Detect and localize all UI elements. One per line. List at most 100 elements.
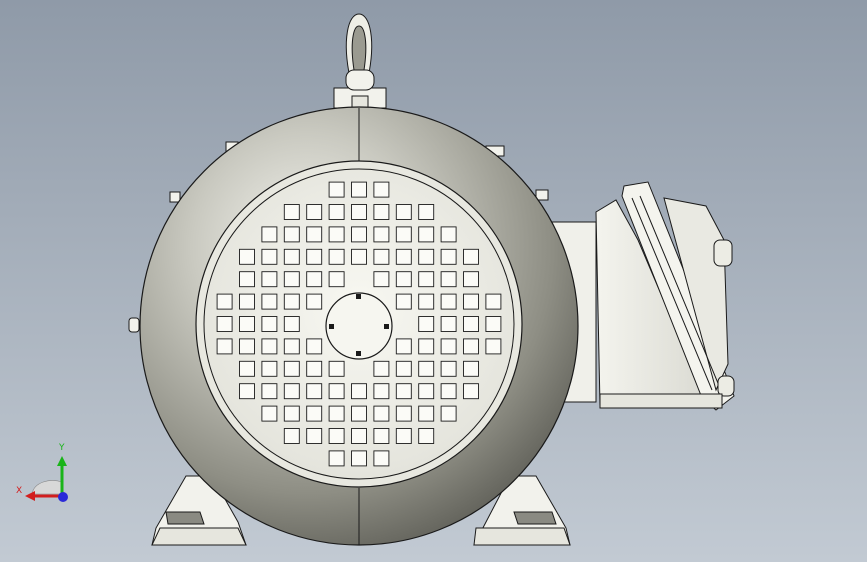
grille-opening (418, 383, 435, 400)
grille-opening (351, 405, 367, 422)
grille-opening (239, 293, 255, 310)
grille-opening (418, 360, 435, 377)
grille-opening (328, 226, 345, 243)
grille-opening (261, 338, 278, 355)
grille-opening (216, 316, 233, 332)
grille-opening (351, 226, 367, 243)
x-axis-arrowhead (25, 491, 35, 501)
grille-opening (306, 293, 323, 310)
grille-opening (216, 293, 233, 310)
grille-opening (261, 226, 278, 243)
grille-opening (328, 405, 345, 422)
y-axis-arrowhead (57, 456, 67, 466)
grille-opening (463, 383, 479, 400)
x-axis-label: X (16, 486, 23, 496)
grille-opening (283, 428, 300, 444)
grille-opening (283, 271, 300, 288)
grille-opening (328, 248, 345, 265)
grille-opening (216, 338, 233, 355)
grille-opening (306, 248, 323, 265)
grille-opening (351, 383, 367, 400)
grille-opening (395, 204, 412, 220)
grille-opening (418, 428, 435, 444)
grille-opening (283, 383, 300, 400)
grille-opening (440, 360, 457, 377)
grille-opening (261, 248, 278, 265)
grille-opening (485, 316, 502, 332)
grille-opening (440, 248, 457, 265)
grille-opening (328, 383, 345, 400)
grille-opening (395, 338, 412, 355)
grille-opening (306, 204, 323, 220)
grille-opening (283, 204, 300, 220)
3d-viewport[interactable]: Y X (0, 0, 867, 562)
lifting-eye (333, 13, 387, 109)
grille-opening (306, 405, 323, 422)
grille-opening (418, 271, 435, 288)
grille-opening (239, 338, 255, 355)
grille-opening (395, 293, 412, 310)
grille-opening (306, 360, 323, 377)
grille-opening (440, 383, 457, 400)
grille-opening (395, 405, 412, 422)
grille-opening (373, 405, 390, 422)
grille-opening (328, 271, 345, 288)
grille-opening (261, 360, 278, 377)
grille-opening (418, 405, 435, 422)
grille-opening (485, 338, 502, 355)
grille-opening (440, 405, 457, 422)
grille-opening (239, 316, 255, 332)
grille-opening (351, 248, 367, 265)
grille-opening (440, 293, 457, 310)
grille-opening (328, 181, 345, 198)
grille-opening (283, 360, 300, 377)
z-axis-dot (58, 492, 68, 502)
grille-opening (373, 248, 390, 265)
grille-opening (373, 360, 390, 377)
grille-opening (239, 248, 255, 265)
y-axis-label: Y (59, 443, 65, 453)
grille-opening (395, 360, 412, 377)
grille-opening (306, 383, 323, 400)
grille-opening (418, 293, 435, 310)
grille-opening (261, 316, 278, 332)
grille-opening (351, 181, 367, 198)
grille-opening (261, 405, 278, 422)
grille-opening (351, 204, 367, 220)
grille-opening (418, 248, 435, 265)
grille-opening (373, 383, 390, 400)
grille-opening (283, 338, 300, 355)
grille-opening (463, 248, 479, 265)
grille-opening (463, 338, 479, 355)
grille-opening (373, 226, 390, 243)
grille-opening (395, 428, 412, 444)
grille-opening (373, 450, 390, 467)
grille-opening (395, 226, 412, 243)
grille-opening (239, 271, 255, 288)
grille-opening (440, 226, 457, 243)
grille-opening (418, 204, 435, 220)
grille-opening (373, 428, 390, 444)
grille-opening (418, 226, 435, 243)
grille-opening (351, 450, 367, 467)
grille-opening (283, 293, 300, 310)
grille-opening (418, 338, 435, 355)
grille-opening (239, 383, 255, 400)
coordinate-triad (25, 456, 68, 502)
grille-opening (418, 316, 435, 332)
grille-opening (373, 181, 390, 198)
grille-opening (440, 338, 457, 355)
grille-opening (395, 248, 412, 265)
grille-opening (306, 271, 323, 288)
grille-opening (440, 271, 457, 288)
grille-opening (239, 360, 255, 377)
grille-opening (328, 450, 345, 467)
grille-opening (373, 271, 390, 288)
grille-opening (261, 271, 278, 288)
grille-opening (463, 360, 479, 377)
grille-opening (306, 338, 323, 355)
grille-opening (283, 316, 300, 332)
motor-model[interactable] (0, 0, 867, 562)
triad-plane-icon (31, 480, 63, 495)
grille-opening (463, 271, 479, 288)
